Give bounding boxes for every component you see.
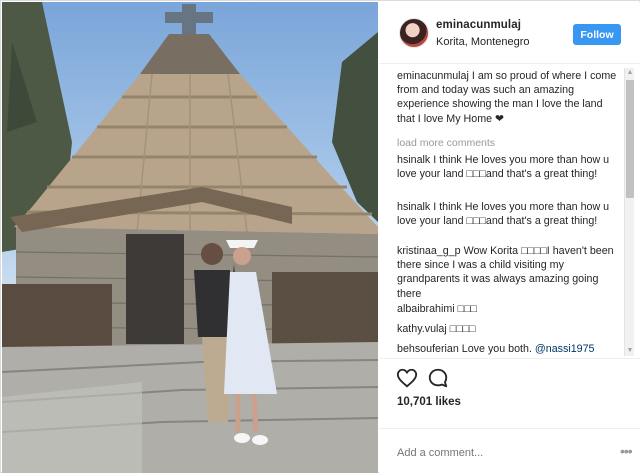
sun-haze [2,2,378,473]
header-username[interactable]: eminacunmulaj [436,19,521,31]
follow-button[interactable]: Follow [573,24,621,45]
comment-username[interactable]: kathy.vulaj [397,323,447,335]
caption-username[interactable]: eminacunmulaj [397,70,469,82]
comment-item: kristinaa_g_p Wow Korita □□□□I haven't b… [397,244,623,301]
comment-username[interactable]: behsouferian [397,343,459,355]
comment-text: Love you both. [461,343,532,355]
caption: eminacunmulaj I am so proud of where I c… [397,69,623,126]
comments-scrollbar[interactable]: ▲ ▼ [624,68,634,356]
scroll-thumb[interactable] [626,80,634,198]
scroll-up-arrow-icon[interactable]: ▲ [625,68,635,78]
heart-icon[interactable] [396,367,418,389]
add-comment-input[interactable] [397,444,617,462]
comment-text: □□□ [457,303,477,315]
comment-username[interactable]: kristinaa_g_p [397,245,461,257]
header-location[interactable]: Korita, Montenegro [436,36,530,48]
post-header: eminacunmulaj Korita, Montenegro Follow [379,2,640,64]
post-actions [379,358,640,392]
photo-scene [2,2,378,473]
comment-bubble-icon[interactable] [427,367,449,389]
comment-text: □□□□ [449,323,476,335]
comments-list: eminacunmulaj I am so proud of where I c… [379,65,640,358]
scroll-down-arrow-icon[interactable]: ▼ [625,346,635,356]
comment-item: hsinalk I think He loves you more than h… [397,153,623,181]
post-photo[interactable] [2,2,378,473]
comment-username[interactable]: hsinalk [397,154,430,166]
instagram-post-modal: eminacunmulaj Korita, Montenegro Follow … [0,0,640,473]
comment-username[interactable]: albaibrahimi [397,303,455,315]
comment-item: behsouferian Love you both. @nassi1975 [397,342,623,356]
comment-item: hsinalk I think He loves you more than h… [397,200,623,228]
more-options-icon[interactable]: ••• [620,443,633,459]
comment-item: albaibrahimi □□□ [397,302,623,316]
post-side-panel: eminacunmulaj Korita, Montenegro Follow … [379,2,640,473]
comment-username[interactable]: hsinalk [397,201,430,213]
avatar[interactable] [399,18,429,48]
comment-mention[interactable]: @nassi1975 [535,343,595,355]
add-comment-bar: ••• [379,428,640,473]
comment-item: kathy.vulaj □□□□ [397,322,623,336]
likes-count[interactable]: 10,701 likes [397,396,461,408]
load-more-comments-link[interactable]: load more comments [397,137,495,149]
